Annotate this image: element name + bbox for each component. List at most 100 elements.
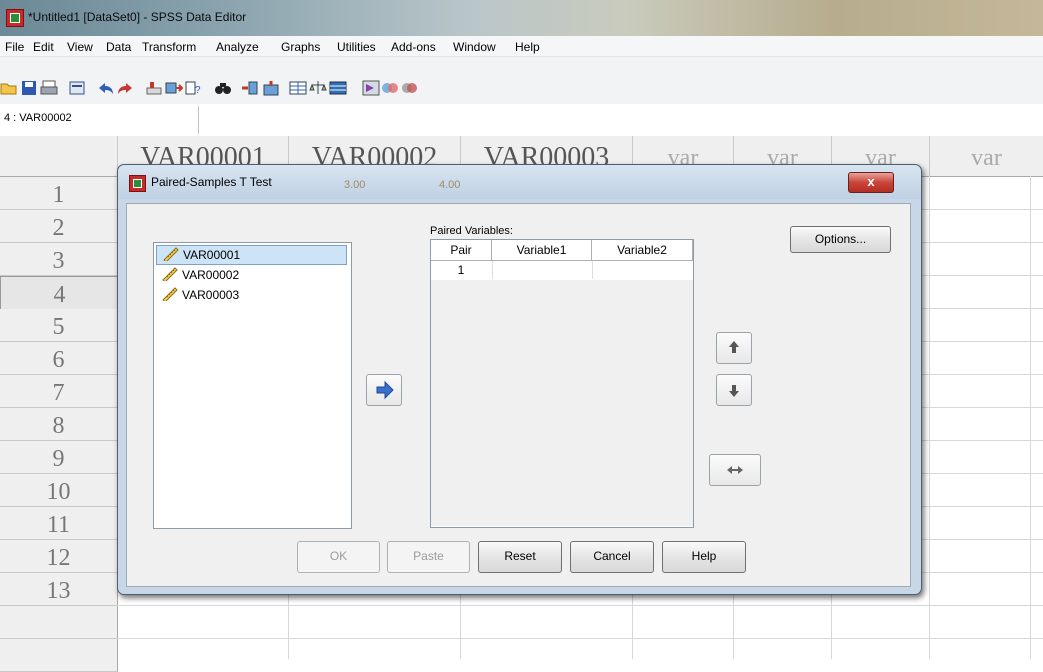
list-item-var00002[interactable]: VAR00002 (156, 266, 239, 284)
go-to-variable-icon[interactable] (165, 80, 183, 96)
menu-window[interactable]: Window (453, 40, 496, 54)
table-header-variable2: Variable2 (592, 240, 693, 261)
use-sets-icon[interactable] (381, 80, 399, 96)
weight-cases-icon[interactable] (309, 80, 327, 96)
help-button[interactable]: Help (662, 541, 746, 573)
row-header[interactable] (0, 639, 118, 672)
menu-help[interactable]: Help (515, 40, 540, 54)
list-item-label: VAR00001 (183, 248, 241, 262)
open-folder-icon[interactable] (0, 80, 18, 96)
row-header[interactable]: 8 (0, 408, 118, 441)
row-header[interactable]: 7 (0, 375, 118, 408)
menu-file[interactable]: File (5, 40, 24, 54)
cell-reference-divider (198, 106, 199, 134)
split-file-icon[interactable] (289, 80, 307, 96)
reset-button[interactable]: Reset (478, 541, 562, 573)
insert-cases-icon[interactable] (241, 80, 259, 96)
save-icon[interactable] (20, 80, 38, 96)
row-header[interactable]: 2 (0, 210, 118, 243)
cell-reference-label: 4 : VAR00002 (4, 112, 72, 124)
list-item-label: VAR00002 (182, 268, 240, 282)
pair-number: 1 (457, 263, 465, 277)
move-down-button[interactable] (716, 374, 752, 406)
window-titlebar: *Untitled1 [DataSet0] - SPSS Data Editor (0, 0, 1043, 36)
table-empty-area (431, 280, 693, 526)
pair-variable2[interactable] (592, 261, 693, 279)
pair-variable1[interactable] (492, 261, 592, 279)
insert-variable-icon[interactable] (262, 80, 280, 96)
close-icon: x (867, 174, 875, 189)
cell-value-editor[interactable] (202, 106, 1040, 134)
value-labels-icon[interactable] (362, 80, 380, 96)
scale-ruler-icon (162, 267, 178, 281)
move-to-pairs-button[interactable] (366, 374, 402, 406)
select-cases-icon[interactable] (329, 80, 347, 96)
menu-bar: File Edit View Data Transform Analyze Gr… (0, 36, 1043, 57)
arrow-down-icon (729, 385, 739, 397)
column-header-var[interactable]: var (930, 136, 1043, 177)
grid-line (1030, 176, 1031, 659)
swap-variables-button[interactable] (709, 454, 761, 486)
redo-icon[interactable] (116, 80, 134, 96)
cell-reference-bar: 4 : VAR00002 (0, 104, 1043, 137)
menu-view[interactable]: View (67, 40, 93, 54)
row-header[interactable]: 3 (0, 243, 118, 276)
print-icon[interactable] (40, 80, 58, 96)
dialog-body: VAR00001 VAR00002 VAR00003 Paired Variab… (126, 203, 911, 587)
row-header[interactable]: 10 (0, 474, 118, 507)
paired-variables-label: Paired Variables: (430, 225, 513, 237)
row-header[interactable] (0, 606, 118, 639)
menu-graphs[interactable]: Graphs (281, 40, 320, 54)
menu-transform[interactable]: Transform (142, 40, 196, 54)
move-up-button[interactable] (716, 332, 752, 364)
dialog-title: Paired-Samples T Test (151, 175, 272, 189)
svg-text:?: ? (195, 85, 201, 96)
show-all-variables-icon[interactable] (400, 80, 418, 96)
list-item-var00001[interactable]: VAR00001 (156, 245, 347, 265)
spss-dialog-icon (129, 175, 146, 192)
grid-corner[interactable] (0, 136, 118, 177)
cell-value-behind: 4.00 (439, 179, 461, 191)
menu-utilities[interactable]: Utilities (337, 40, 376, 54)
table-header-variable1: Variable1 (492, 240, 592, 261)
find-icon[interactable] (214, 80, 232, 96)
menu-analyze[interactable]: Analyze (216, 40, 259, 54)
grid-line (117, 605, 1043, 606)
cancel-button[interactable]: Cancel (570, 541, 654, 573)
source-variable-list[interactable]: VAR00001 VAR00002 VAR00003 (153, 242, 352, 529)
row-header[interactable]: 11 (0, 507, 118, 540)
scale-ruler-icon (163, 247, 179, 261)
list-item-label: VAR00003 (182, 288, 240, 302)
paste-button[interactable]: Paste (387, 541, 470, 573)
grid-line (929, 176, 930, 659)
row-header[interactable]: 1 (0, 177, 118, 210)
menu-data[interactable]: Data (106, 40, 131, 54)
options-button[interactable]: Options... (790, 226, 891, 253)
list-item-var00003[interactable]: VAR00003 (156, 286, 239, 304)
grid-line (117, 638, 1043, 639)
menu-edit[interactable]: Edit (33, 40, 54, 54)
swap-arrows-icon (727, 466, 743, 474)
spss-app-icon (6, 9, 24, 27)
arrow-up-icon (729, 341, 739, 353)
row-header[interactable]: 9 (0, 441, 118, 474)
window-title: *Untitled1 [DataSet0] - SPSS Data Editor (28, 10, 247, 24)
row-header-selected[interactable]: 4 (0, 276, 119, 310)
go-to-case-icon[interactable] (145, 80, 163, 96)
row-header[interactable]: 5 (0, 309, 118, 342)
row-header[interactable]: 6 (0, 342, 118, 375)
row-header[interactable]: 12 (0, 540, 118, 573)
ok-button[interactable]: OK (297, 541, 380, 573)
close-button[interactable]: x (848, 172, 894, 193)
scale-ruler-icon (162, 287, 178, 301)
undo-icon[interactable] (97, 80, 115, 96)
table-row[interactable]: 1 (431, 261, 693, 280)
paired-variables-table[interactable]: Pair Variable1 Variable2 1 (430, 239, 694, 528)
paired-samples-dialog: Paired-Samples T Test 3.00 4.00 x VAR000… (117, 164, 922, 595)
dialog-recall-icon[interactable] (68, 80, 86, 96)
cell-value-behind: 3.00 (344, 179, 366, 191)
menu-addons[interactable]: Add-ons (391, 40, 436, 54)
row-header[interactable]: 13 (0, 573, 118, 606)
variables-icon[interactable]: ? (184, 80, 202, 96)
arrow-right-icon (376, 380, 394, 400)
